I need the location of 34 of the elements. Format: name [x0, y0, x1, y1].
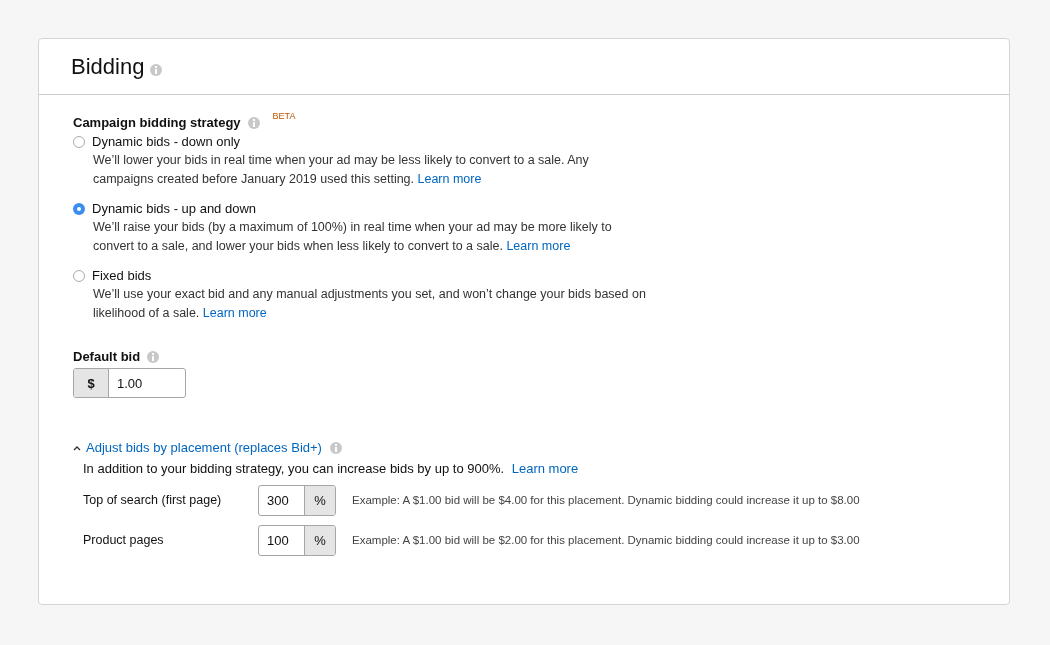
option-label: Fixed bids	[92, 268, 152, 283]
learn-more-link[interactable]: Learn more	[417, 172, 482, 186]
info-icon[interactable]	[147, 350, 160, 363]
percent-field[interactable]: 300 %	[258, 484, 336, 516]
option-label: Dynamic bids - up and down	[92, 201, 257, 216]
currency-prefix: $	[74, 369, 109, 397]
placement-intro: In addition to your bidding strategy, you can increase bids by up to 900%. Learn more	[83, 461, 580, 476]
percent-field[interactable]: 100 %	[258, 524, 336, 556]
caret-icon[interactable]	[73, 444, 81, 451]
placement-label: Top of search (first page)	[83, 493, 223, 507]
example-text: Example: A $1.00 bid will be $2.00 for this placement. Dynamic bidding could increase it up to $3.00	[352, 534, 860, 546]
placement-label: Product pages	[83, 533, 165, 547]
info-icon[interactable]	[247, 116, 260, 129]
option-label: Dynamic bids - down only	[92, 134, 241, 149]
section-title: Bidding	[71, 53, 145, 80]
default-bid-field[interactable]: $ 1.00	[73, 368, 186, 398]
radio-button[interactable]	[73, 202, 85, 215]
learn-more-link[interactable]: Learn more	[511, 461, 579, 476]
info-icon[interactable]	[329, 441, 342, 454]
learn-more-link[interactable]: Learn more	[506, 239, 571, 253]
radio-button[interactable]	[73, 135, 85, 148]
learn-more-link[interactable]: Learn more	[202, 306, 267, 320]
option-description: We’ll use your exact bid and any manual adjustments you set, and won’t change your bids based on likelihood of a sale. Learn more	[93, 286, 647, 322]
radio-button[interactable]	[73, 269, 85, 282]
option-description: We’ll raise your bids (by a maximum of 100%) in real time when your ad may be more likely to convert to a sale, and lower your bids when less likely to convert to a sale. Learn more	[93, 219, 613, 255]
default-bid-label: Default bid	[73, 349, 141, 364]
percent-suffix: %	[305, 485, 335, 515]
beta-label: BETA	[272, 111, 296, 121]
percent-suffix: %	[305, 525, 335, 555]
placement-toggle-link[interactable]: Adjust bids by placement (replaces Bid+)	[86, 440, 322, 455]
info-icon[interactable]	[150, 63, 163, 76]
option-description: We’ll lower your bids in real time when your ad may be less likely to convert to a sale. Any campaigns created before January 2019 used this setting. Learn more	[93, 152, 590, 188]
example-text: Example: A $1.00 bid will be $4.00 for this placement. Dynamic bidding could increase it up to $8.00	[352, 494, 860, 506]
strategy-label: Campaign bidding strategy	[73, 115, 241, 130]
